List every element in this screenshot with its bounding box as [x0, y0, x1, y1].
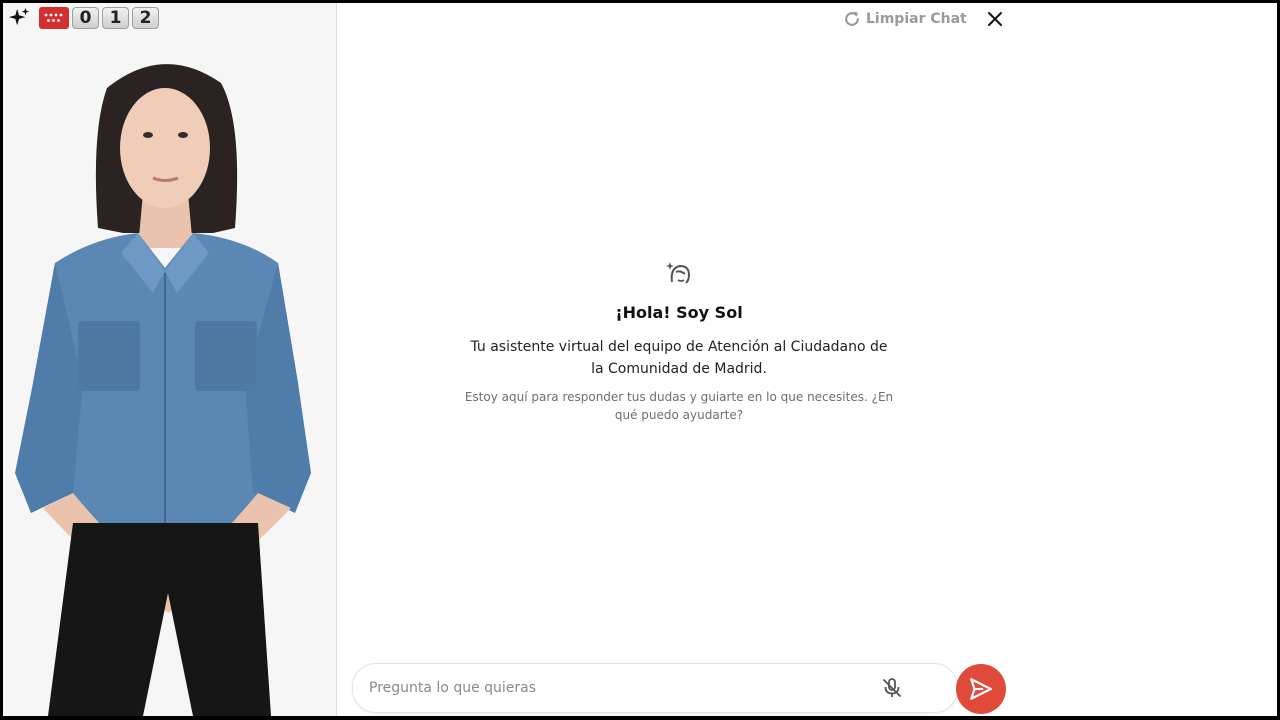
avatar-panel: 0 1 2: [3, 3, 337, 716]
brand-digit: 0: [72, 7, 99, 29]
message-input[interactable]: [367, 679, 877, 697]
assistant-icon: [666, 262, 691, 284]
send-icon: [970, 678, 992, 700]
sparkle-icon: [8, 7, 30, 26]
clear-chat-label: Limpiar Chat: [866, 11, 967, 27]
mic-off-icon: [882, 678, 902, 698]
madrid-flag-icon: [39, 7, 69, 29]
mic-button[interactable]: [877, 673, 907, 703]
brand-digit: 2: [132, 7, 159, 29]
welcome-subtitle: Tu asistente virtual del equipo de Atenc…: [470, 339, 888, 377]
refresh-icon: [845, 11, 859, 26]
clear-chat-button[interactable]: Limpiar Chat: [842, 8, 967, 30]
welcome-title: ¡Hola! Soy Sol: [615, 303, 743, 322]
chat-panel: Limpiar Chat ¡Hola! Soy Sol Tu asistente…: [337, 3, 1277, 716]
brand-logo: 0 1 2: [8, 7, 159, 29]
welcome-message: ¡Hola! Soy Sol Tu asistente virtual del …: [437, 258, 921, 424]
app-window: 0 1 2 Limpiar Chat ¡Hola! Soy Sol Tu asi…: [3, 3, 1277, 716]
message-composer: [352, 663, 958, 713]
welcome-note: Estoy aquí para responder tus dudas y gu…: [464, 390, 894, 422]
close-icon: [988, 12, 1002, 26]
brand-digit: 1: [102, 7, 129, 29]
avatar-image: [15, 64, 311, 716]
close-button[interactable]: [984, 8, 1006, 30]
send-button[interactable]: [956, 664, 1006, 714]
